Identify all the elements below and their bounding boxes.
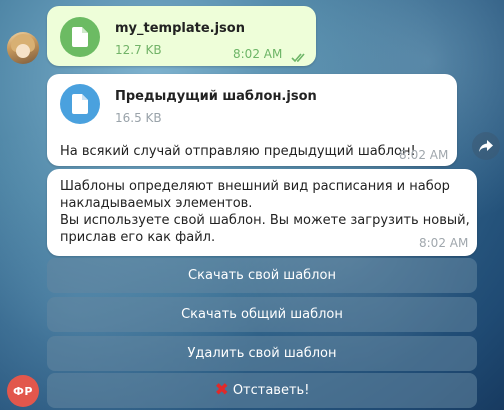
document-icon[interactable] (60, 17, 100, 57)
message-line: накладываемых элементов. (60, 196, 253, 211)
message-line: Вы используете свой шаблон. Вы можете за… (60, 213, 470, 228)
message-time: 8:02 AM (419, 236, 469, 250)
cancel-button[interactable]: ✖ Отставеть! (47, 373, 477, 408)
outgoing-file-message[interactable]: my_template.json 12.7 KB 8:02 AM (47, 6, 316, 66)
user-avatar[interactable] (7, 32, 39, 64)
button-label: Удалить свой шаблон (187, 346, 337, 361)
download-shared-template-button[interactable]: Скачать общий шаблон (47, 297, 477, 332)
button-label: Скачать свой шаблон (188, 268, 336, 283)
bot-avatar[interactable]: ФР (7, 375, 39, 407)
file-name[interactable]: my_template.json (115, 21, 245, 36)
download-own-template-button[interactable]: Скачать свой шаблон (47, 258, 477, 293)
message-time: 8:02 AM (233, 47, 283, 61)
file-size: 16.5 KB (115, 111, 162, 125)
cross-mark-icon: ✖ (214, 380, 229, 400)
button-label: Отставеть! (232, 383, 310, 398)
file-name[interactable]: Предыдущий шаблон.json (115, 89, 317, 104)
forward-arrow-icon (479, 140, 493, 152)
message-text: Шаблоны определяют внешний вид расписани… (60, 178, 470, 246)
file-size: 12.7 KB (115, 43, 162, 57)
share-button[interactable] (472, 132, 500, 160)
message-line: Шаблоны определяют внешний вид расписани… (60, 179, 450, 194)
avatar-face (16, 44, 30, 58)
incoming-text-message[interactable]: Шаблоны определяют внешний вид расписани… (47, 169, 477, 256)
double-check-icon (291, 48, 307, 67)
incoming-file-message[interactable]: Предыдущий шаблон.json 16.5 KB На всякий… (47, 74, 457, 166)
message-time: 8:02 AM (399, 148, 449, 162)
file-caption: На всякий случай отправляю предыдущий ша… (60, 144, 416, 159)
delete-own-template-button[interactable]: Удалить свой шаблон (47, 336, 477, 371)
message-line: прислав его как файл. (60, 230, 216, 245)
document-icon[interactable] (60, 84, 100, 124)
button-label: Скачать общий шаблон (181, 307, 343, 322)
